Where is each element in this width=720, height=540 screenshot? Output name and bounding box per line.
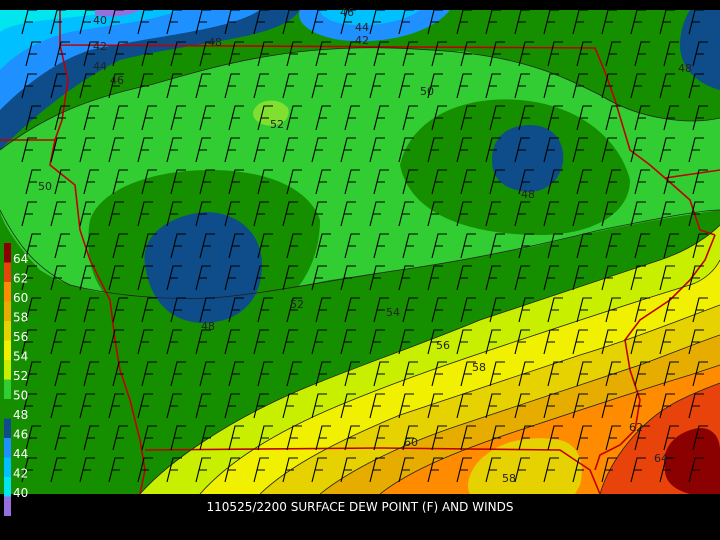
legend-swatch — [4, 321, 11, 341]
legend-label: 48 — [13, 408, 28, 422]
contour-label: 40 — [93, 14, 107, 27]
contour-label: 48 — [201, 320, 215, 333]
legend-swatch — [4, 282, 11, 302]
legend-swatch — [4, 438, 11, 458]
legend-label: 56 — [13, 330, 28, 344]
legend-swatch — [4, 477, 11, 497]
legend-swatch — [4, 243, 11, 263]
legend-label: 60 — [13, 291, 28, 305]
legend-swatch — [4, 418, 11, 438]
map-caption: 110525/2200 SURFACE DEW POINT (F) AND WI… — [206, 500, 514, 514]
legend-label: 44 — [13, 447, 28, 461]
contour-label: 52 — [270, 118, 284, 131]
legend-swatch — [4, 340, 11, 360]
legend-colorbar: 64 62 60 58 56 54 52 50 48 46 44 42 40 — [4, 243, 28, 516]
legend-label: 46 — [13, 427, 28, 441]
contour-label: 42 — [93, 40, 107, 53]
contour-label: 48 — [678, 62, 692, 75]
legend-label: 40 — [13, 486, 28, 500]
contour-label: 46 — [110, 74, 124, 87]
contour-label: 50 — [38, 180, 52, 193]
contour-label: 50 — [420, 85, 434, 98]
legend-label: 62 — [13, 271, 28, 285]
legend-label: 52 — [13, 369, 28, 383]
legend-swatch — [4, 399, 11, 419]
contour-label: 48 — [521, 188, 535, 201]
contour-label: 60 — [404, 436, 418, 449]
contour-label: 42 — [355, 34, 369, 47]
contour-label: 58 — [502, 472, 516, 485]
contour-label: 44 — [93, 60, 107, 73]
contour-label: 54 — [386, 306, 400, 319]
map-canvas: 40 42 44 46 46 42 44 48 48 50 52 50 48 4… — [0, 6, 720, 516]
contour-label: 64 — [654, 452, 668, 465]
legend-swatch — [4, 379, 11, 399]
contour-label: 52 — [290, 298, 304, 311]
contour-label: 56 — [436, 339, 450, 352]
contour-label: 44 — [355, 21, 369, 34]
legend-label: 50 — [13, 388, 28, 402]
contour-label: 48 — [208, 36, 222, 49]
contour-label: 46 — [340, 6, 354, 19]
contour-label: 62 — [629, 421, 643, 434]
legend-label: 58 — [13, 310, 28, 324]
dewpoint-fields — [0, 10, 720, 494]
legend-label: 42 — [13, 466, 28, 480]
legend-swatch — [4, 360, 11, 380]
legend-label: 54 — [13, 349, 28, 363]
contour-label: 58 — [472, 361, 486, 374]
legend-swatch — [4, 262, 11, 282]
legend-swatch — [4, 301, 11, 321]
legend-label: 64 — [13, 252, 28, 266]
dewpoint-map: 40 42 44 46 46 42 44 48 48 50 52 50 48 4… — [0, 0, 720, 540]
legend-swatch — [4, 457, 11, 477]
